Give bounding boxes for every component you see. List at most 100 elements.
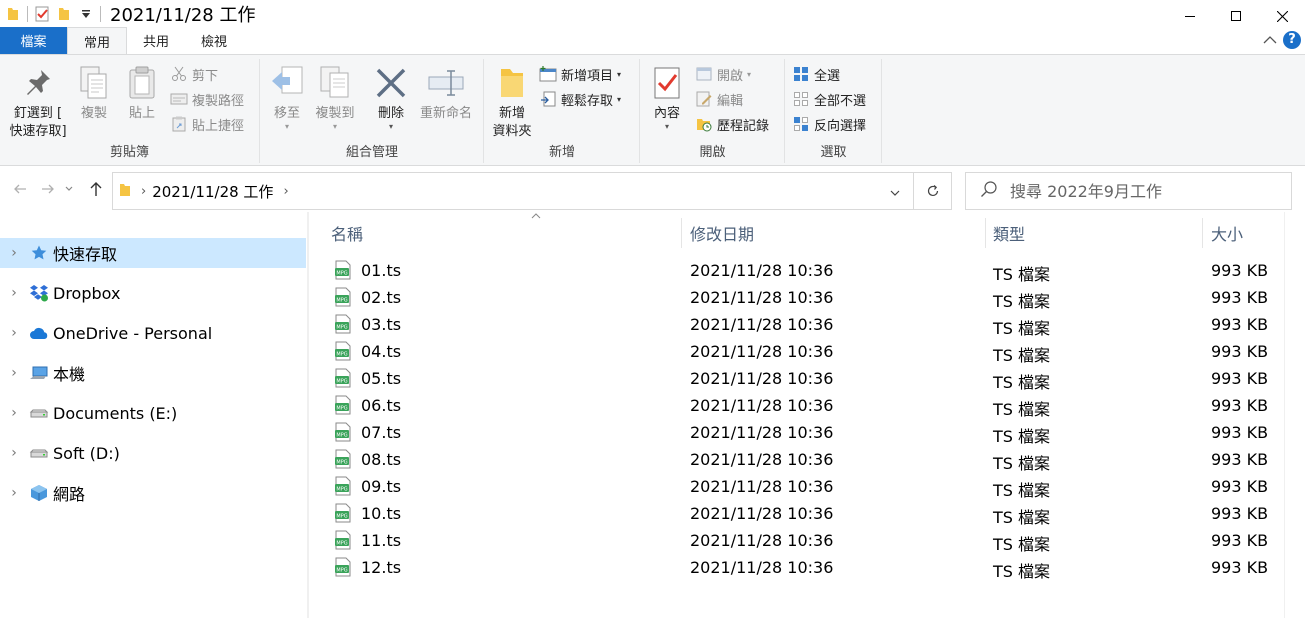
- open-button[interactable]: 開啟 ▾: [695, 63, 751, 85]
- breadcrumb-chevron-icon[interactable]: ›: [141, 184, 146, 199]
- column-header-size[interactable]: 大小: [1211, 212, 1281, 254]
- expand-chevron-icon[interactable]: ›: [0, 365, 28, 381]
- easy-access-button[interactable]: 輕鬆存取 ▾: [539, 88, 621, 110]
- file-size: 993 KB: [1211, 396, 1269, 415]
- move-to-button[interactable]: 移至 ▾: [267, 63, 307, 131]
- file-name: 08.ts: [361, 450, 402, 469]
- breadcrumb-current[interactable]: 2021/11/28 工作: [152, 181, 273, 202]
- select-all-button[interactable]: 全選: [792, 63, 840, 85]
- pin-quick-access-button[interactable]: 釘選到 [ 快速存取]: [4, 63, 72, 141]
- sidebar-item-soft-drive[interactable]: › Soft (D:): [0, 438, 306, 468]
- copy-icon: [74, 63, 114, 103]
- new-group-label: 新增: [548, 145, 575, 160]
- file-modified: 2021/11/28 10:36: [690, 558, 834, 577]
- address-dropdown-icon[interactable]: [889, 184, 901, 203]
- properties-icon: [647, 63, 687, 103]
- file-modified: 2021/11/28 10:36: [690, 396, 834, 415]
- file-row[interactable]: MPG 06.ts 2021/11/28 10:36 TS 檔案 993 KB: [329, 392, 1269, 419]
- sidebar-item-documents-drive[interactable]: › Documents (E:): [0, 398, 306, 428]
- mpg-file-icon: MPG: [334, 287, 352, 311]
- copy-to-button[interactable]: 複製到 ▾: [313, 63, 357, 131]
- history-button[interactable]: 歷程記錄: [695, 113, 769, 135]
- help-icon[interactable]: ?: [1283, 30, 1301, 49]
- properties-icon[interactable]: [31, 3, 53, 25]
- expand-chevron-icon[interactable]: ›: [0, 245, 28, 261]
- customize-toolbar-icon[interactable]: [75, 3, 97, 25]
- tab-home[interactable]: 常用: [67, 27, 128, 54]
- file-size: 993 KB: [1211, 342, 1269, 361]
- copy-button[interactable]: 複製: [74, 63, 114, 123]
- file-type: TS 檔案: [993, 346, 1051, 365]
- tab-view[interactable]: 檢視: [185, 27, 243, 54]
- refresh-button[interactable]: [914, 172, 952, 210]
- copy-path-button[interactable]: 複製路徑: [170, 88, 244, 110]
- expand-chevron-icon[interactable]: ›: [0, 405, 28, 421]
- file-row[interactable]: MPG 11.ts 2021/11/28 10:36 TS 檔案 993 KB: [329, 527, 1269, 554]
- delete-button[interactable]: 刪除 ▾: [371, 63, 411, 131]
- sidebar-item-network[interactable]: › 網路: [0, 478, 306, 508]
- expand-chevron-icon[interactable]: ›: [0, 285, 28, 301]
- svg-text:MPG: MPG: [336, 325, 347, 331]
- expand-chevron-icon[interactable]: ›: [0, 445, 28, 461]
- expand-chevron-icon[interactable]: ›: [0, 485, 28, 501]
- rename-button[interactable]: 重新命名: [413, 63, 479, 123]
- file-modified: 2021/11/28 10:36: [690, 504, 834, 523]
- sidebar-item-onedrive[interactable]: › OneDrive - Personal: [0, 318, 306, 348]
- file-row[interactable]: MPG 02.ts 2021/11/28 10:36 TS 檔案 993 KB: [329, 284, 1269, 311]
- file-row[interactable]: MPG 07.ts 2021/11/28 10:36 TS 檔案 993 KB: [329, 419, 1269, 446]
- new-item-button[interactable]: 新增項目 ▾: [539, 63, 621, 85]
- file-modified: 2021/11/28 10:36: [690, 369, 834, 388]
- file-name: 04.ts: [361, 342, 402, 361]
- move-to-icon: [267, 63, 307, 103]
- select-none-button[interactable]: 全部不選: [792, 88, 866, 110]
- file-row[interactable]: MPG 12.ts 2021/11/28 10:36 TS 檔案 993 KB: [329, 554, 1269, 581]
- invert-selection-button[interactable]: 反向選擇: [792, 113, 866, 135]
- vertical-scrollbar[interactable]: [1284, 212, 1305, 618]
- mpg-file-icon: MPG: [334, 260, 352, 284]
- paste-shortcut-button[interactable]: 貼上捷徑: [170, 113, 244, 135]
- column-header-modified[interactable]: 修改日期: [690, 212, 984, 254]
- file-row[interactable]: MPG 05.ts 2021/11/28 10:36 TS 檔案 993 KB: [329, 365, 1269, 392]
- file-row[interactable]: MPG 04.ts 2021/11/28 10:36 TS 檔案 993 KB: [329, 338, 1269, 365]
- search-box: [965, 172, 1292, 210]
- tab-share[interactable]: 共用: [127, 27, 185, 54]
- recent-locations-button[interactable]: [64, 181, 74, 201]
- file-row[interactable]: MPG 08.ts 2021/11/28 10:36 TS 檔案 993 KB: [329, 446, 1269, 473]
- cut-button[interactable]: 剪下: [170, 63, 218, 85]
- file-modified: 2021/11/28 10:36: [690, 342, 834, 361]
- svg-text:MPG: MPG: [336, 433, 347, 439]
- file-row[interactable]: MPG 03.ts 2021/11/28 10:36 TS 檔案 993 KB: [329, 311, 1269, 338]
- paste-icon: [122, 63, 162, 103]
- sidebar-item-this-pc[interactable]: › 本機: [0, 358, 306, 388]
- tab-file[interactable]: 檔案: [0, 27, 67, 54]
- sidebar-item-quick-access[interactable]: › 快速存取: [0, 238, 306, 268]
- search-input[interactable]: [1010, 181, 1290, 201]
- file-row[interactable]: MPG 10.ts 2021/11/28 10:36 TS 檔案 993 KB: [329, 500, 1269, 527]
- up-button[interactable]: [89, 181, 103, 201]
- new-folder-icon[interactable]: [53, 3, 75, 25]
- new-folder-button[interactable]: 新增 資料夾: [487, 63, 537, 141]
- collapse-ribbon-icon[interactable]: [1263, 30, 1277, 49]
- svg-text:MPG: MPG: [336, 487, 347, 493]
- edit-button[interactable]: 編輯: [695, 88, 743, 110]
- file-modified: 2021/11/28 10:36: [690, 477, 834, 496]
- column-header-name[interactable]: 名稱: [331, 212, 681, 254]
- forward-button[interactable]: [40, 181, 56, 201]
- scissors-icon: [170, 65, 188, 83]
- file-list: 名稱 修改日期 類型 大小 MPG 01.ts 2021/11/28 10:36 TS…: [309, 212, 1284, 618]
- file-type: TS 檔案: [993, 535, 1051, 554]
- paste-button[interactable]: 貼上: [122, 63, 162, 123]
- expand-chevron-icon[interactable]: ›: [0, 325, 28, 341]
- file-size: 993 KB: [1211, 288, 1269, 307]
- sidebar-item-dropbox[interactable]: › Dropbox: [0, 278, 306, 308]
- column-header-type[interactable]: 類型: [993, 212, 1201, 254]
- properties-button[interactable]: 內容 ▾: [647, 63, 687, 131]
- file-row[interactable]: MPG 09.ts 2021/11/28 10:36 TS 檔案 993 KB: [329, 473, 1269, 500]
- back-button[interactable]: [12, 181, 28, 201]
- new-group: 新增 資料夾 新增項目 ▾ 輕鬆存取 ▾ 新增: [485, 59, 640, 163]
- file-modified: 2021/11/28 10:36: [690, 450, 834, 469]
- file-row[interactable]: MPG 01.ts 2021/11/28 10:36 TS 檔案 993 KB: [329, 257, 1269, 284]
- breadcrumb-chevron-icon[interactable]: ›: [283, 184, 288, 199]
- address-bar[interactable]: › 2021/11/28 工作 ›: [112, 172, 914, 210]
- mpg-file-icon: MPG: [334, 395, 352, 419]
